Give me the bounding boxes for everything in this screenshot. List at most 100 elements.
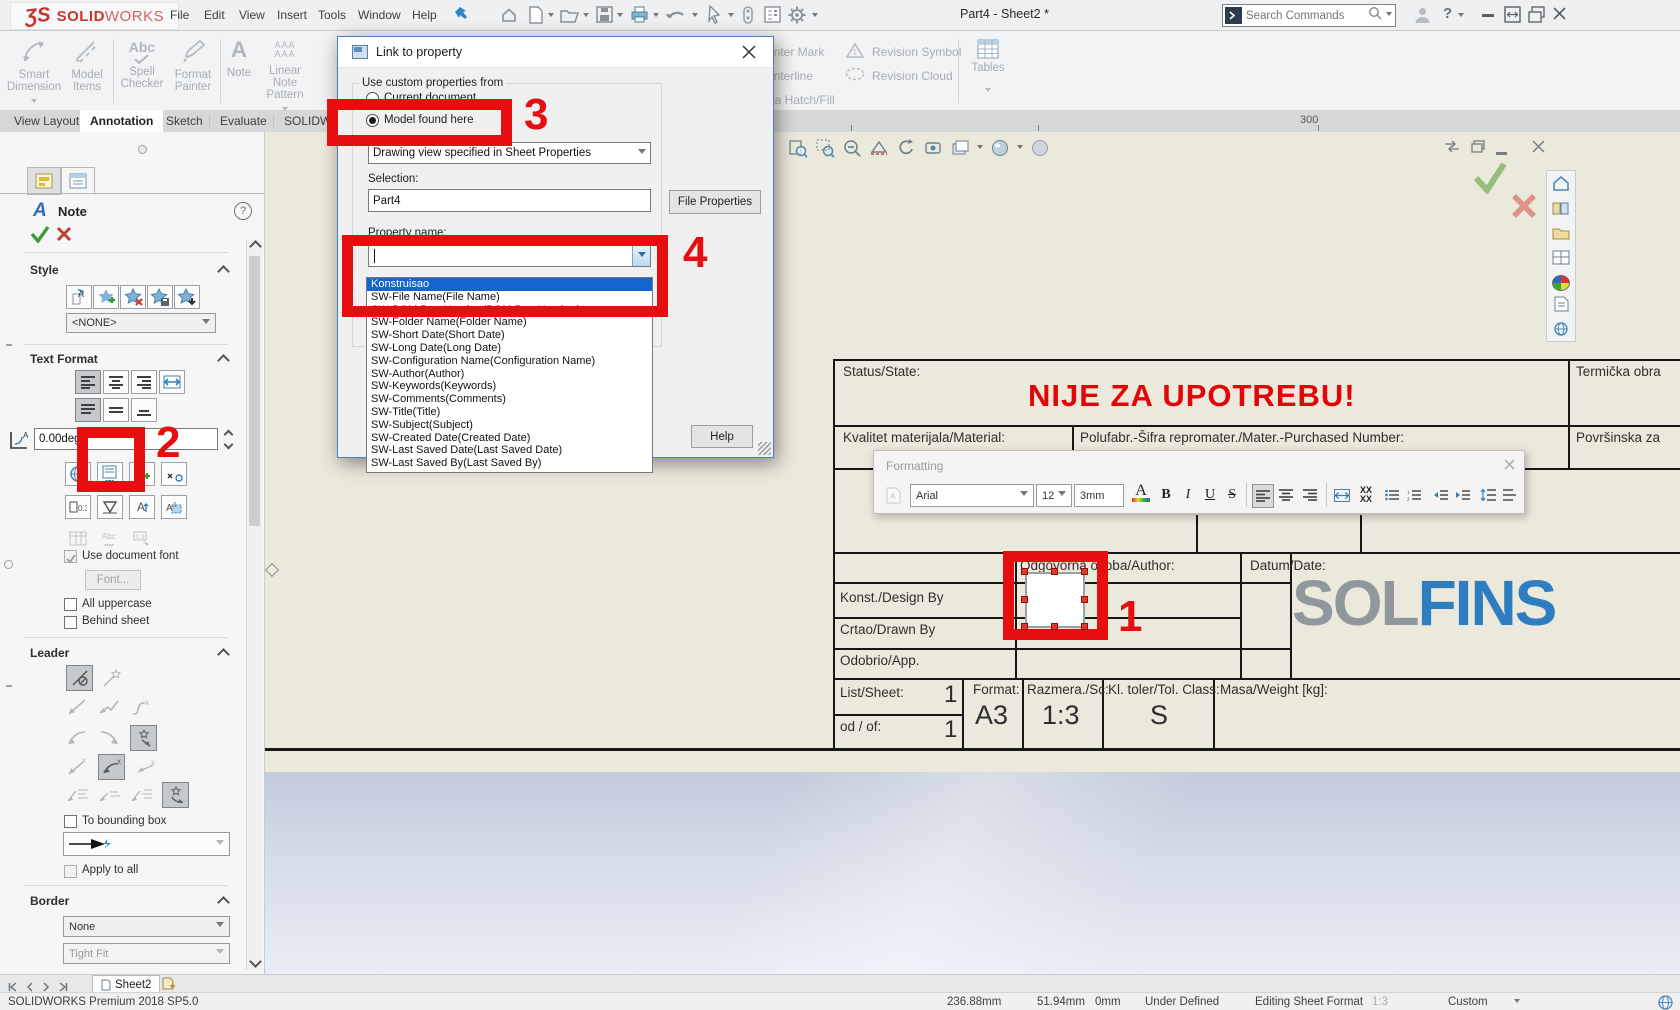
note-edit-box[interactable]	[1025, 572, 1085, 628]
insert-shape-button[interactable]: A	[129, 495, 155, 519]
custom-properties-icon[interactable]	[1554, 296, 1569, 317]
minimize-button[interactable]	[1482, 14, 1494, 17]
list-item[interactable]: SW-Title(Title)	[367, 406, 652, 419]
undo-caret-icon[interactable]	[692, 13, 698, 20]
fmt-align-left-button[interactable]	[1252, 484, 1274, 508]
fit-text-button[interactable]	[1332, 484, 1352, 506]
restore-button[interactable]	[1504, 6, 1521, 28]
display-style-icon[interactable]	[950, 138, 970, 158]
tab-view-layout[interactable]: View Layout	[8, 114, 86, 128]
format-painter-button[interactable]: Format Painter	[169, 37, 217, 107]
file-explorer-icon[interactable]	[1552, 226, 1570, 245]
user-account-icon[interactable]	[1414, 6, 1431, 29]
note-handle[interactable]	[1051, 623, 1058, 630]
justify-fit-button[interactable]	[159, 370, 185, 394]
textformat-section-header[interactable]: Text Format	[30, 352, 98, 366]
style-collapse-icon[interactable]	[217, 265, 230, 278]
border-collapse-icon[interactable]	[217, 896, 230, 909]
style-load-button[interactable]: A	[66, 285, 92, 309]
selection-input[interactable]	[368, 189, 651, 212]
model-items-button[interactable]: Model Items	[64, 37, 110, 107]
panel-ok-button[interactable]	[30, 225, 50, 248]
sw-resources-icon[interactable]	[1552, 175, 1570, 196]
scene-icon[interactable]	[1030, 138, 1050, 158]
border-style-dropdown[interactable]: None	[63, 916, 230, 937]
menu-tools[interactable]: Tools	[318, 8, 346, 22]
rotate-view-icon[interactable]	[896, 138, 916, 158]
child-close-icon[interactable]	[1532, 140, 1545, 158]
display-style-caret-icon[interactable]	[977, 145, 983, 152]
close-button[interactable]	[1552, 6, 1567, 26]
make-table-button[interactable]	[65, 527, 91, 551]
leader-x-straight-button[interactable]: x	[135, 757, 157, 777]
multi-leader-center-button[interactable]	[98, 785, 122, 805]
multi-leader-right-button[interactable]	[130, 785, 154, 805]
menu-help[interactable]: Help	[412, 8, 437, 22]
leader-collapse-icon[interactable]	[217, 648, 230, 661]
dialog-close-icon[interactable]	[742, 45, 756, 64]
font-button[interactable]: Font...	[85, 570, 141, 590]
panel-tab-propertymanager[interactable]	[61, 167, 95, 195]
design-library-icon[interactable]	[1552, 201, 1570, 221]
bold-button[interactable]: B	[1156, 484, 1176, 506]
dialog-resize-grip[interactable]	[758, 442, 771, 455]
zoom-area-icon[interactable]	[815, 138, 835, 158]
note-handle[interactable]	[1021, 596, 1028, 603]
list-item[interactable]: SW-Keywords(Keywords)	[367, 380, 652, 393]
flip-triangle-button[interactable]	[97, 495, 123, 519]
tab-evaluate[interactable]: Evaluate	[214, 114, 274, 128]
options-gear-icon[interactable]	[788, 6, 806, 24]
align-center-button[interactable]	[103, 370, 129, 394]
number-list-button[interactable]: 12	[1404, 484, 1424, 506]
align-right-button[interactable]	[131, 370, 157, 394]
open-file-caret-icon[interactable]	[583, 13, 589, 20]
appearances-scenes-icon[interactable]	[1552, 275, 1570, 291]
note-handle[interactable]	[1051, 568, 1058, 575]
leader-underline-right-button[interactable]	[98, 728, 120, 748]
list-item[interactable]: SW-Short Date(Short Date)	[367, 329, 652, 342]
search-input[interactable]	[1242, 10, 1368, 22]
help-caret-icon[interactable]	[1458, 13, 1464, 20]
zoom-magnifier-icon[interactable]	[842, 138, 862, 158]
magnet-mode-icon[interactable]	[742, 6, 754, 24]
all-uppercase-checkbox[interactable]	[64, 598, 77, 611]
strikethrough-button[interactable]: S	[1222, 484, 1242, 506]
leader-underline-left-button[interactable]	[66, 728, 88, 748]
leader-x-left-button[interactable]: x	[66, 757, 88, 777]
note-handle[interactable]	[1081, 568, 1088, 575]
search-icon[interactable]	[1368, 6, 1383, 26]
note-handle[interactable]	[1081, 623, 1088, 630]
menu-view[interactable]: View	[239, 8, 265, 22]
style-add-button[interactable]	[93, 285, 119, 309]
valign-bottom-button[interactable]	[131, 398, 157, 422]
style-name-dropdown[interactable]: <NONE>	[66, 313, 216, 333]
leader-x-curve-button[interactable]: x	[98, 754, 125, 780]
list-item[interactable]: SW-Subject(Subject)	[367, 419, 652, 432]
options-caret-icon[interactable]	[812, 13, 818, 20]
outdent-button[interactable]	[1430, 484, 1450, 506]
note-handle[interactable]	[1021, 568, 1028, 575]
help-button-dialog[interactable]: Help	[691, 425, 753, 448]
appearance-icon[interactable]	[990, 138, 1010, 158]
font-color-button[interactable]: A	[1132, 482, 1150, 502]
underline-button[interactable]: U	[1200, 484, 1220, 506]
home-button[interactable]	[500, 6, 518, 24]
snap-to-bounding-button[interactable]: A1	[161, 495, 187, 519]
file-properties-button[interactable]: File Properties	[669, 190, 761, 214]
list-item[interactable]: SW-Last Saved By(Last Saved By)	[367, 457, 652, 470]
tables-caret-icon[interactable]	[985, 88, 991, 95]
scroll-up-icon[interactable]	[249, 240, 262, 253]
save-button[interactable]	[596, 6, 613, 23]
revision-cloud-button[interactable]: Revision Cloud	[872, 69, 953, 83]
list-item[interactable]: SW-Folder Name(Folder Name)	[367, 316, 652, 329]
new-file-caret-icon[interactable]	[548, 13, 554, 20]
scroll-down-icon[interactable]	[249, 955, 262, 968]
appearance-caret-icon[interactable]	[1017, 145, 1023, 152]
leader-auto-button[interactable]	[98, 665, 125, 691]
help-button[interactable]: ?	[1443, 5, 1452, 22]
menu-edit[interactable]: Edit	[204, 8, 225, 22]
valign-middle-button[interactable]	[103, 398, 129, 422]
list-item[interactable]: SW-Comments(Comments)	[367, 393, 652, 406]
italic-button[interactable]: I	[1178, 484, 1198, 506]
leader-star-button[interactable]	[130, 725, 157, 751]
